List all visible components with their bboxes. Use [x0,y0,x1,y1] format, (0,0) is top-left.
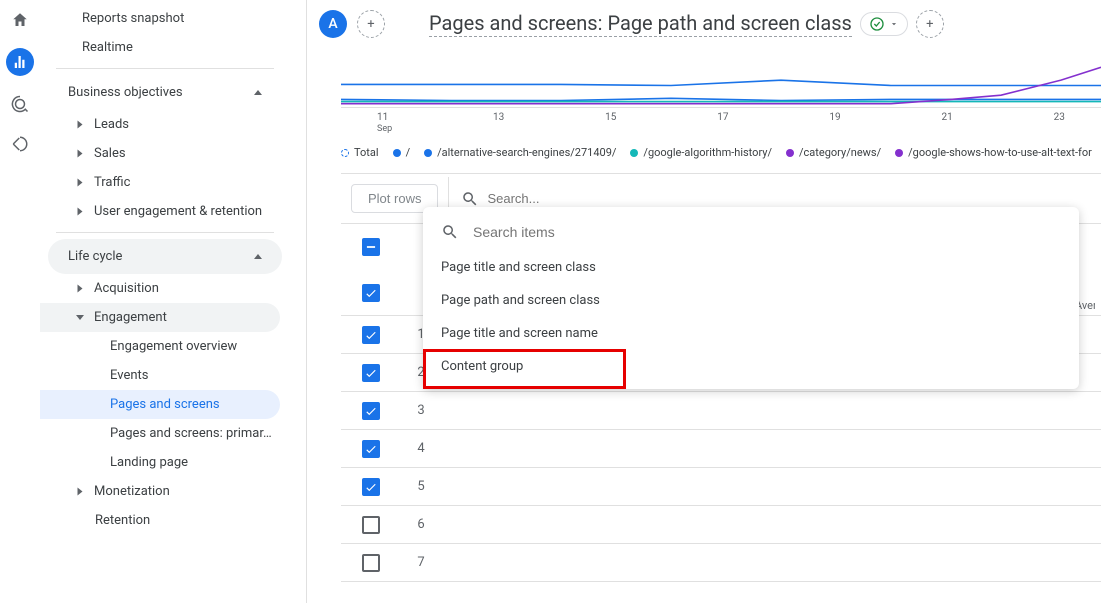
reports-icon[interactable] [6,48,34,76]
advertising-icon[interactable] [8,132,32,156]
legend-swatch [786,149,794,157]
nav-rail [0,0,40,603]
row-checkbox[interactable] [362,478,380,496]
row-checkbox[interactable] [362,516,380,534]
sidebar-item-sales[interactable]: Sales [40,139,290,168]
caret-icon [78,179,83,187]
row-checkbox[interactable] [362,440,380,458]
search-icon [441,223,459,241]
legend-swatch [341,149,349,157]
table-row: 5 [341,468,1101,506]
caret-icon [78,285,83,293]
legend-item[interactable]: Total [341,146,379,159]
row-checkbox[interactable] [362,364,380,382]
legend-item[interactable]: /alternative-search-engines/271409/ [424,146,616,159]
dropdown-item-content-group[interactable]: Content group [423,350,1079,383]
dropdown-item[interactable]: Page path and screen class [423,284,1079,317]
customize-button[interactable]: + [916,10,944,38]
chevron-down-icon [889,19,899,29]
row-number: 3 [401,403,441,418]
legend-swatch [393,149,401,157]
legend-item[interactable]: /google-algorithm-history/ [630,146,772,159]
caret-icon [78,121,83,129]
sidebar-item-pages-screens[interactable]: Pages and screens [40,390,280,419]
caret-down-icon [76,315,84,320]
row-checkbox[interactable] [362,554,380,572]
explore-icon[interactable] [8,92,32,116]
check-circle-icon [869,16,885,32]
page-title: Pages and screens: Page path and screen … [429,11,852,37]
row-number: 5 [401,479,441,494]
chevron-up-icon [254,254,262,259]
legend-swatch [630,149,638,157]
sidebar-item-leads[interactable]: Leads [40,110,290,139]
add-comparison-button[interactable]: + [357,10,385,38]
table-row: 7 [341,544,1101,582]
dropdown-item[interactable]: Page title and screen name [423,317,1079,350]
table-row: 6 [341,506,1101,544]
table-row: 3 [341,392,1101,430]
avatar[interactable]: A [319,10,347,38]
legend-item[interactable]: /google-shows-how-to-use-alt-text-for [895,146,1092,159]
divider [56,68,274,69]
chevron-up-icon [254,90,262,95]
legend-item[interactable]: /category/news/ [786,146,881,159]
section-label: Life cycle [68,249,122,264]
row-checkbox[interactable] [362,284,380,302]
sidebar-section-lifecycle[interactable]: Life cycle [48,239,282,274]
table-row: 4 [341,430,1101,468]
dropdown-search-input[interactable] [473,224,1061,240]
legend-item[interactable]: / [393,146,411,159]
title-row: Pages and screens: Page path and screen … [429,10,944,38]
sidebar-item-engagement-overview[interactable]: Engagement overview [40,332,290,361]
sidebar-section-business[interactable]: Business objectives [48,75,282,110]
row-number: 7 [401,555,441,570]
row-checkbox[interactable] [362,402,380,420]
sidebar-item-reports-snapshot[interactable]: Reports snapshot [40,4,290,33]
sidebar-item-events[interactable]: Events [40,361,290,390]
home-icon[interactable] [8,8,32,32]
dropdown-search [423,213,1079,251]
sidebar-item-traffic[interactable]: Traffic [40,168,290,197]
row-number: 6 [401,517,441,532]
legend-swatch [424,149,432,157]
table-search-input[interactable] [487,191,1089,206]
legend-swatch [895,149,903,157]
chart-svg [341,48,1101,108]
row-number: 4 [401,441,441,456]
search-icon [461,190,479,208]
sidebar-item-engagement[interactable]: Engagement [40,303,280,332]
caret-icon [78,150,83,158]
chart-legend: Total / /alternative-search-engines/2714… [307,138,1101,167]
row-checkbox[interactable] [362,238,380,256]
sidebar-item-monetization[interactable]: Monetization [40,477,290,506]
status-chip[interactable] [860,12,908,36]
sidebar-item-pages-screens-primary[interactable]: Pages and screens: primar… [40,419,290,448]
line-chart [341,48,1101,108]
section-label: Business objectives [68,85,183,100]
chart-x-axis: 11Sep 13 15 17 19 21 23 [341,108,1101,138]
header-bar: A + Pages and screens: Page path and scr… [307,0,1101,48]
sidebar-item-engagement-retention[interactable]: User engagement & retention [40,197,290,226]
caret-icon [78,488,83,496]
sidebar-item-landing-page[interactable]: Landing page [40,448,290,477]
row-checkbox[interactable] [362,326,380,344]
caret-icon [78,208,83,216]
dimension-dropdown: Page title and screen class Page path an… [423,207,1079,389]
sidebar-item-retention[interactable]: Retention [40,506,290,535]
dropdown-item[interactable]: Page title and screen class [423,251,1079,284]
divider [56,232,274,233]
sidebar: Reports snapshot Realtime Business objec… [40,0,290,603]
sidebar-item-realtime[interactable]: Realtime [40,33,290,62]
sidebar-item-acquisition[interactable]: Acquisition [40,274,290,303]
